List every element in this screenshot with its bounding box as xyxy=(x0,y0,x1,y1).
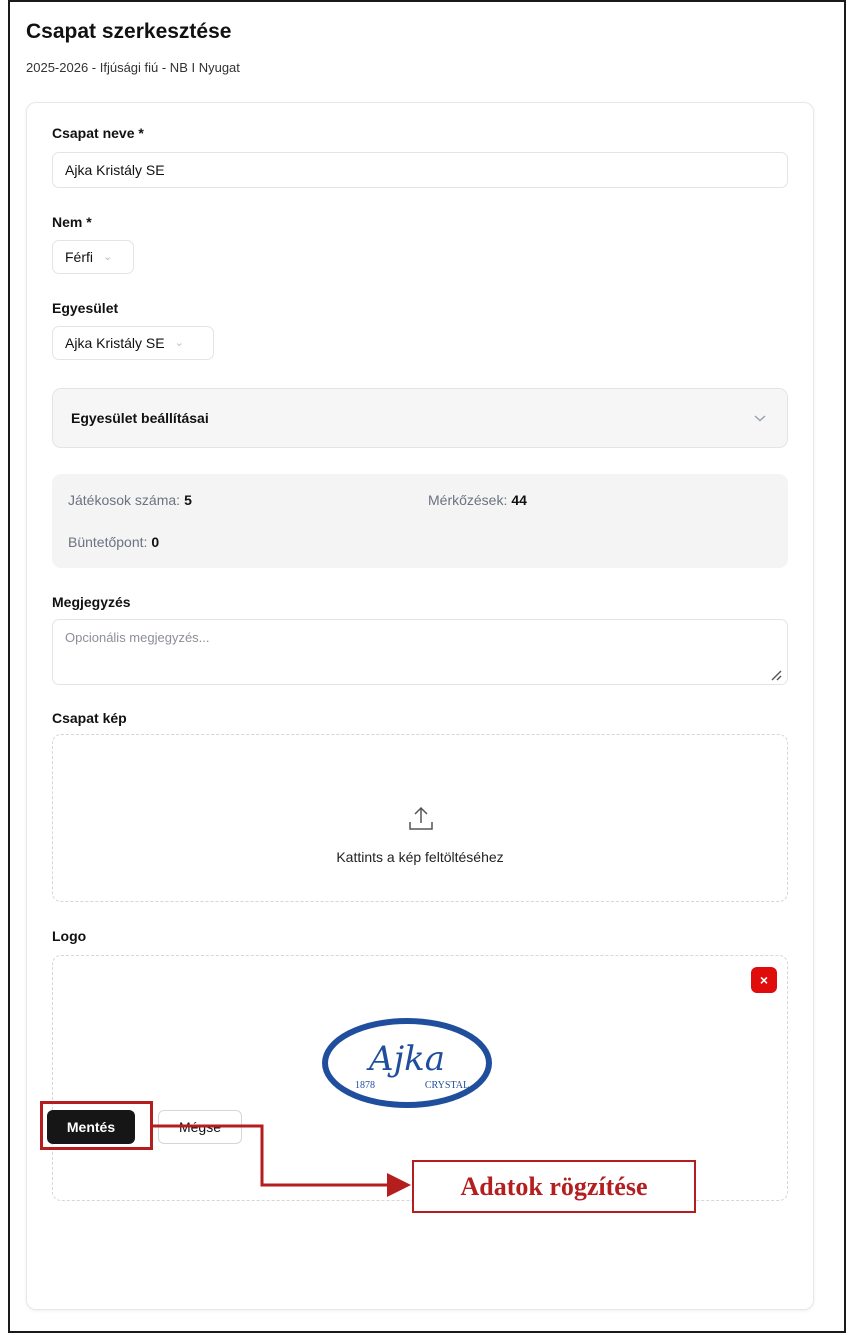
callout-label: Adatok rögzítése xyxy=(412,1160,696,1213)
annotation-arrow xyxy=(153,1124,411,1197)
